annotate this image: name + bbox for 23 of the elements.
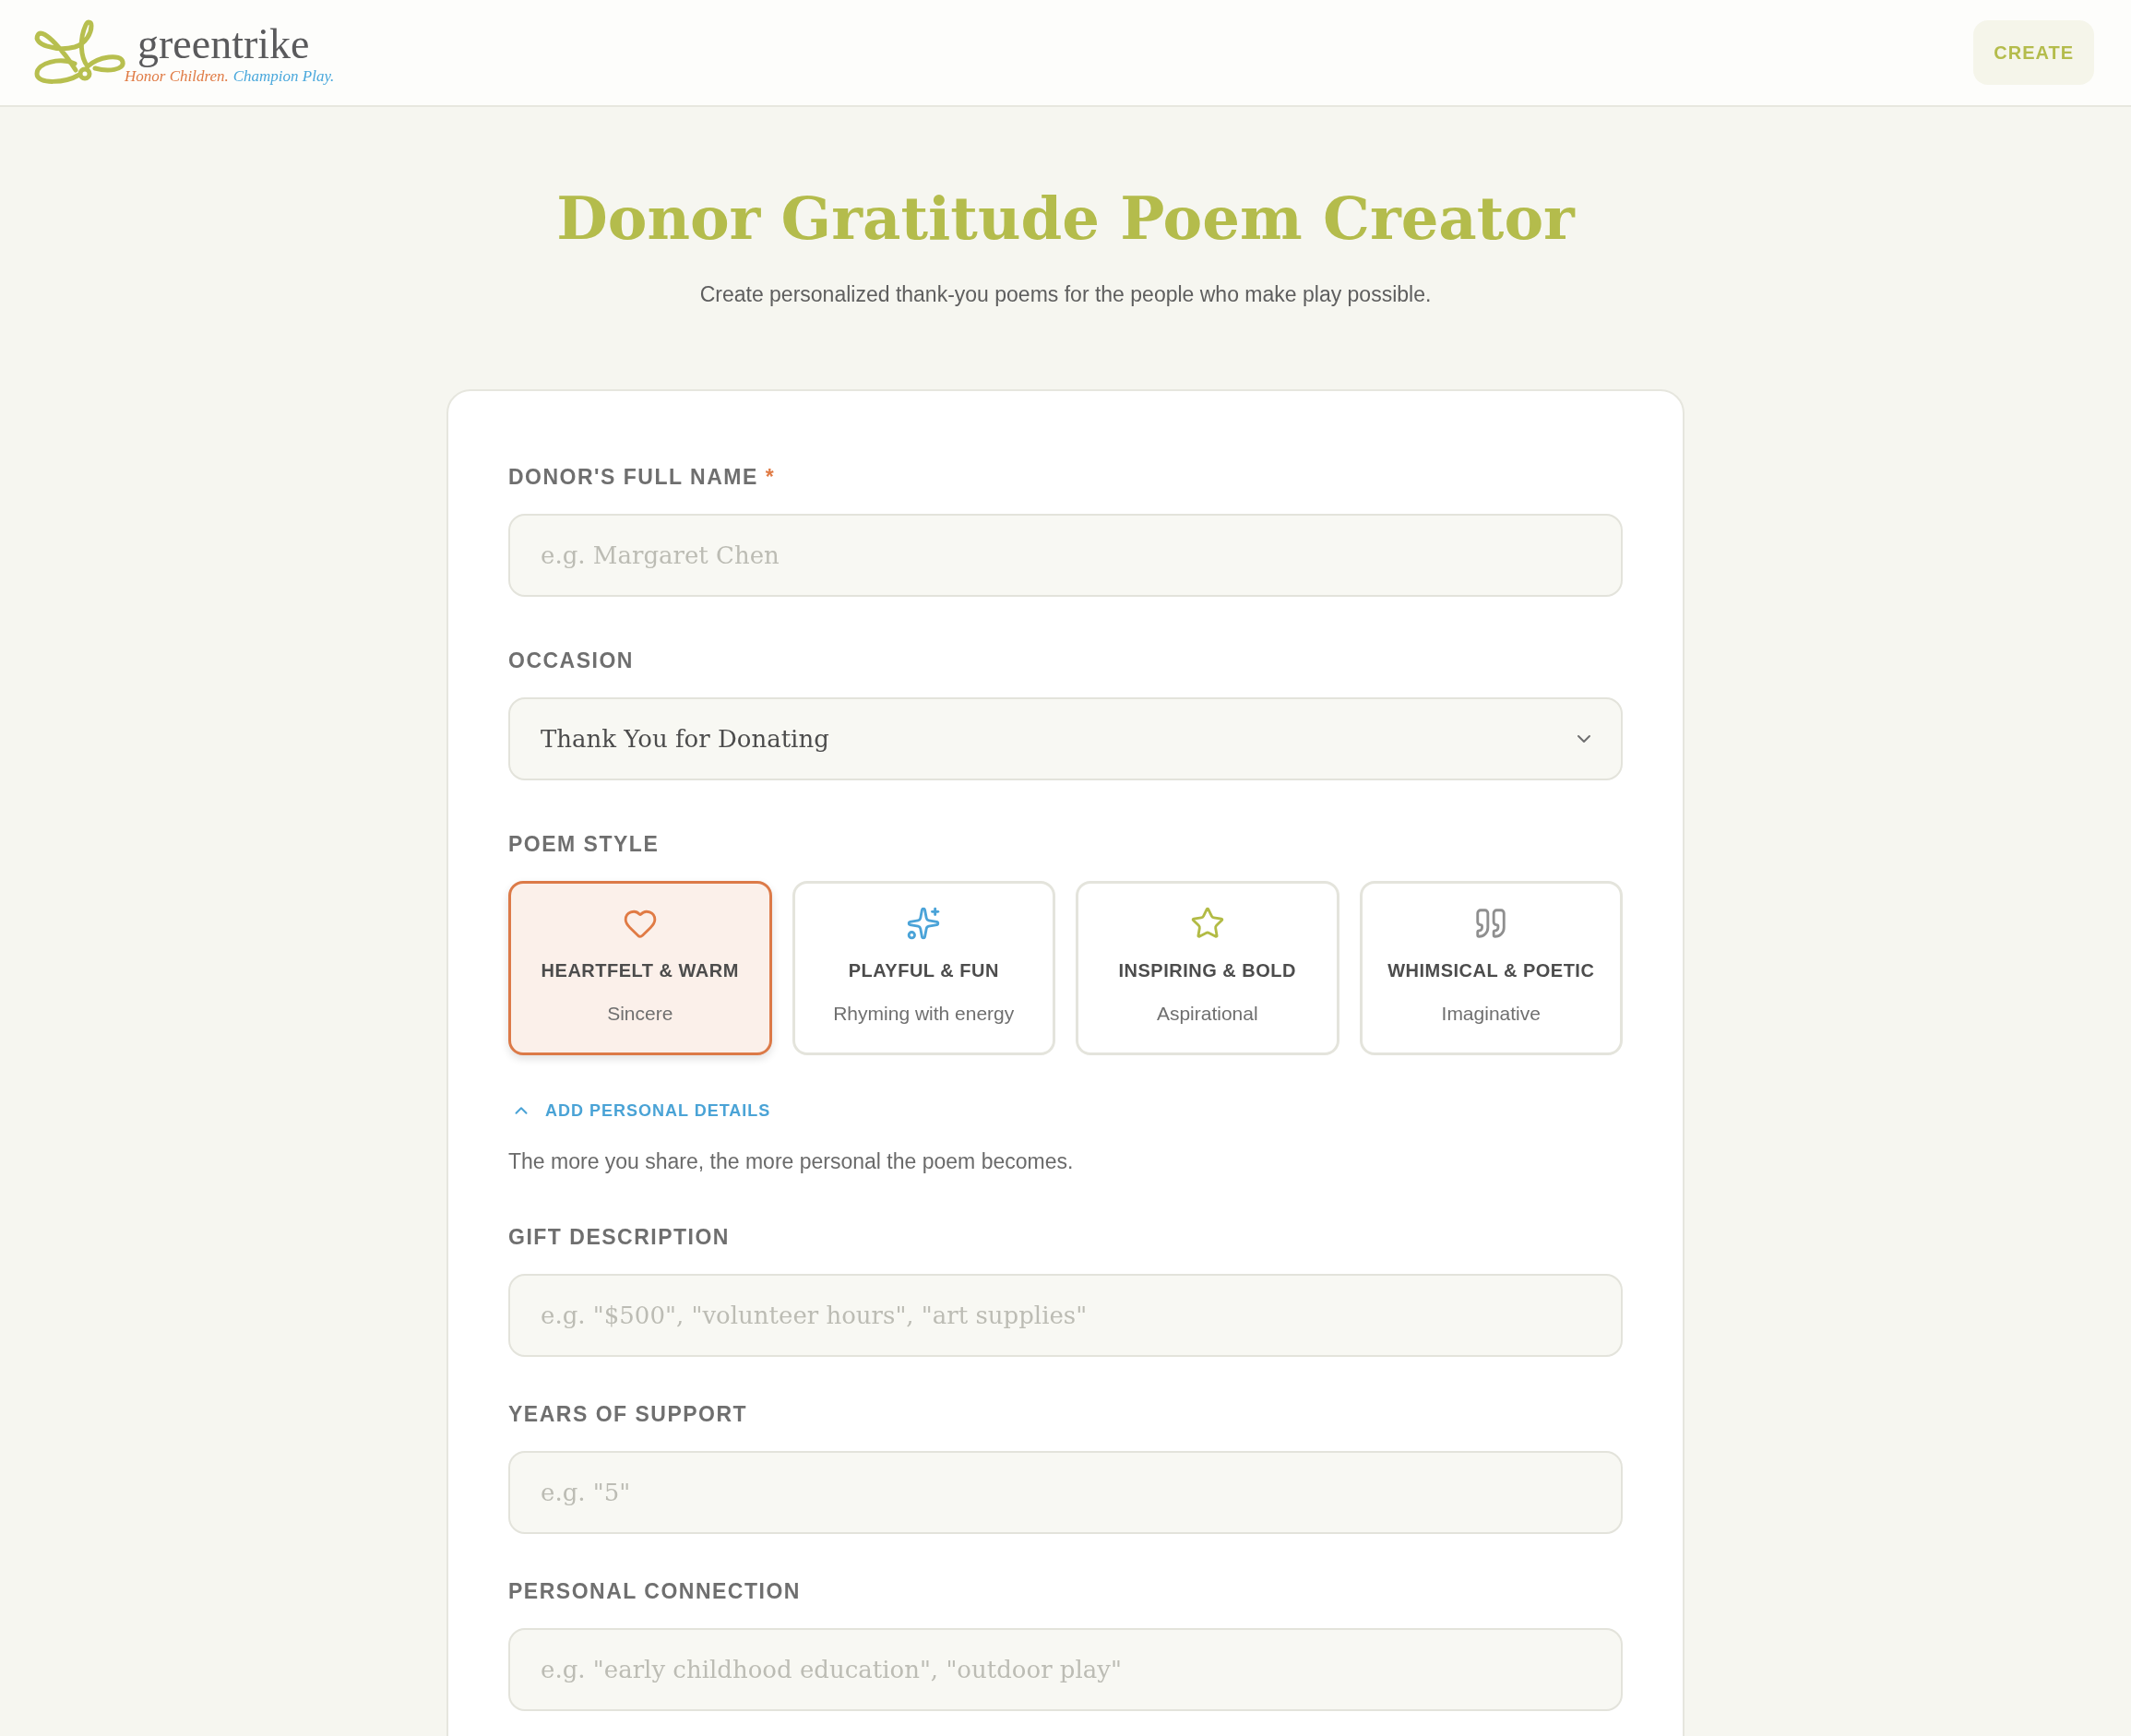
text-input[interactable]: e.g. "$500", "volunteer hours", "art supplies" — [508, 1274, 1623, 1357]
field-label: YEARS OF SUPPORT — [508, 1401, 748, 1428]
hint-text: The more you share, the more personal the poem becomes. — [508, 1148, 1075, 1175]
field-label: POEM STYLE — [508, 831, 660, 858]
logo-tagline: Honor Children. — [125, 67, 229, 86]
occasion-select[interactable]: Thank You for Donating — [508, 697, 1623, 780]
poem-style-card[interactable]: HEARTFELT & WARM Sincere — [508, 881, 772, 1055]
logo-tagline: Champion Play. — [232, 67, 335, 86]
text-input[interactable]: e.g. "early childhood education", "outdoor play" — [508, 1628, 1623, 1711]
field-label: PERSONAL CONNECTION — [508, 1578, 801, 1605]
loop-logo-icon — [32, 18, 126, 87]
field-label: GIFT DESCRIPTION — [508, 1224, 730, 1251]
field-label: DONOR'S FULL NAME — [508, 464, 758, 491]
poem-style-card[interactable]: INSPIRING & BOLD Aspirational — [1076, 881, 1339, 1055]
logo-wordmark: greentrike — [137, 23, 311, 65]
text-input[interactable]: e.g. "5" — [508, 1451, 1623, 1534]
poem-style-card[interactable]: WHIMSICAL & POETIC Imaginative — [1359, 881, 1623, 1055]
text-input[interactable]: e.g. Margaret Chen — [508, 514, 1623, 597]
poem-style-card[interactable]: PLAYFUL & FUN Rhyming with energy — [792, 881, 1055, 1055]
field-label: OCCASION — [508, 648, 634, 674]
page-title: Donor Gratitude Poem Creator — [556, 183, 1575, 254]
required-asterisk: * — [765, 464, 774, 491]
page-subtitle: Create personalized thank-you poems for the people who make play possible. — [699, 281, 1432, 308]
